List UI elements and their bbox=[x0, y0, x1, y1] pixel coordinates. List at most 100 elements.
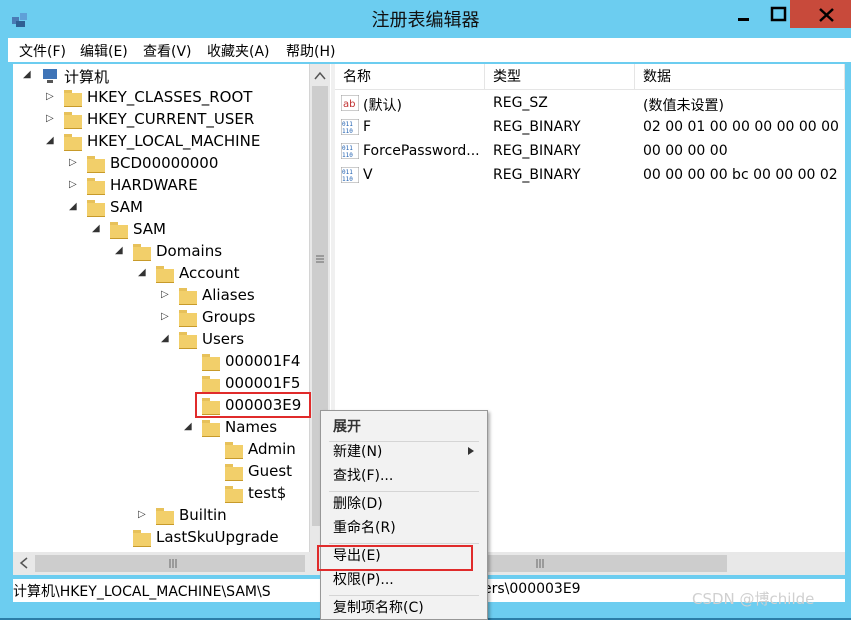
tree-item-label: LastSkuUpgrade bbox=[156, 528, 279, 546]
tree-item[interactable]: ◢ Account bbox=[13, 263, 313, 285]
tree-item[interactable]: ▷ HARDWARE bbox=[13, 175, 313, 197]
list-row[interactable]: 011 110 V REG_BINARY 00 00 00 00 bc 00 00 00… bbox=[335, 164, 845, 188]
menu-help[interactable]: 帮助(H) bbox=[286, 41, 335, 61]
context-menu-delete[interactable]: 删除(D) bbox=[333, 493, 383, 515]
folder-icon bbox=[87, 200, 105, 217]
folder-icon bbox=[64, 134, 82, 151]
scroll-left-icon[interactable] bbox=[15, 552, 35, 575]
cell-name: (默认) bbox=[363, 98, 402, 114]
folder-icon bbox=[64, 90, 82, 107]
list-row[interactable]: 011 110 F REG_BINARY 02 00 01 00 00 00 00 00… bbox=[335, 116, 845, 140]
highlight-box-export bbox=[317, 545, 473, 571]
svg-text:110: 110 bbox=[342, 128, 353, 135]
column-header-data[interactable]: 数据 bbox=[635, 64, 845, 90]
collapse-arrow-icon[interactable]: ◢ bbox=[46, 135, 54, 146]
expand-arrow-icon[interactable]: ▷ bbox=[69, 157, 77, 168]
folder-icon bbox=[87, 178, 105, 195]
expand-arrow-icon[interactable]: ▷ bbox=[161, 311, 169, 322]
tree-horizontal-scrollbar[interactable] bbox=[13, 552, 329, 575]
tree-item[interactable]: LastSkuUpgrade bbox=[13, 527, 313, 549]
context-menu-find[interactable]: 查找(F)... bbox=[333, 465, 393, 487]
folder-icon bbox=[202, 376, 220, 393]
tree-item[interactable]: ◢ HKEY_LOCAL_MACHINE bbox=[13, 131, 313, 153]
tree-item-label: Account bbox=[179, 264, 240, 282]
menu-edit[interactable]: 编辑(E) bbox=[80, 41, 128, 61]
tree-item[interactable]: ▷ Aliases bbox=[13, 285, 313, 307]
expand-arrow-icon[interactable]: ▷ bbox=[46, 91, 54, 102]
tree-item[interactable]: Admin bbox=[13, 439, 313, 461]
context-menu-new[interactable]: 新建(N) bbox=[333, 441, 382, 463]
tree-item[interactable]: ◢ Names bbox=[13, 417, 313, 439]
tree-item[interactable]: ▷ HKEY_CLASSES_ROOT bbox=[13, 87, 313, 109]
cell-data: 02 00 01 00 00 00 00 00 00 0 bbox=[643, 119, 843, 135]
tree-item-label: HKEY_LOCAL_MACHINE bbox=[87, 132, 261, 150]
expand-arrow-icon[interactable]: ▷ bbox=[69, 179, 77, 190]
tree-item[interactable]: ◢ Users bbox=[13, 329, 313, 351]
svg-text:011: 011 bbox=[342, 121, 353, 128]
svg-text:011: 011 bbox=[342, 145, 353, 152]
minimize-button[interactable] bbox=[720, 0, 755, 28]
binary-value-icon: 011 110 bbox=[340, 142, 360, 160]
status-path: 计算机\HKEY_LOCAL_MACHINE\SAM\S bbox=[13, 584, 271, 600]
folder-icon bbox=[156, 266, 174, 283]
tree-item-label: HARDWARE bbox=[110, 176, 198, 194]
expand-arrow-icon[interactable]: ▷ bbox=[138, 509, 146, 520]
column-header-type[interactable]: 类型 bbox=[485, 64, 635, 90]
tree-item[interactable]: test$ bbox=[13, 483, 313, 505]
tree-item[interactable]: ▷ HKEY_CURRENT_USER bbox=[13, 109, 313, 131]
tree-item[interactable]: ▷ Builtin bbox=[13, 505, 313, 527]
collapse-arrow-icon[interactable]: ◢ bbox=[184, 421, 192, 432]
tree-pane[interactable]: ◢ 计算机 ▷ HKEY_CLASSES_ROOT ▷ HKEY_CURRENT_USER… bbox=[13, 64, 331, 552]
context-menu: 展开 新建(N) 查找(F)... 删除(D) 重命名(R) 导出(E) 权限(… bbox=[317, 410, 488, 620]
svg-text:110: 110 bbox=[342, 152, 353, 159]
context-menu-expand[interactable]: 展开 bbox=[333, 416, 361, 438]
collapse-arrow-icon[interactable]: ◢ bbox=[115, 245, 123, 256]
menu-separator bbox=[329, 491, 479, 492]
computer-icon bbox=[41, 68, 59, 84]
binary-value-icon: 011 110 bbox=[340, 166, 360, 184]
menu-view[interactable]: 查看(V) bbox=[143, 41, 192, 61]
tree-item[interactable]: ▷ BCD00000000 bbox=[13, 153, 313, 175]
collapse-arrow-icon[interactable]: ◢ bbox=[69, 201, 77, 212]
tree-item-label: Builtin bbox=[179, 506, 227, 524]
context-menu-copy-key-name[interactable]: 复制项名称(C) bbox=[333, 597, 424, 619]
collapse-arrow-icon[interactable]: ◢ bbox=[92, 223, 100, 234]
cell-data: 00 00 00 00 bc 00 00 00 02 0 bbox=[643, 167, 843, 183]
menu-file[interactable]: 文件(F) bbox=[19, 41, 66, 61]
tree-item-label: Users bbox=[202, 330, 245, 348]
menu-favorites[interactable]: 收藏夹(A) bbox=[207, 41, 270, 61]
close-icon bbox=[819, 8, 834, 22]
menu-separator bbox=[329, 543, 479, 544]
cell-name: ForcePassword... bbox=[363, 143, 480, 159]
cell-name: F bbox=[363, 119, 372, 135]
list-row[interactable]: ab (默认) REG_SZ (数值未设置) bbox=[335, 92, 845, 116]
folder-icon bbox=[133, 530, 151, 547]
tree-item[interactable]: ▷ Groups bbox=[13, 307, 313, 329]
tree-item-label: 000001F4 bbox=[225, 352, 301, 370]
context-menu-permissions[interactable]: 权限(P)... bbox=[333, 569, 394, 591]
grip-icon bbox=[169, 559, 177, 568]
binary-value-icon: 011 110 bbox=[340, 118, 360, 136]
expand-arrow-icon[interactable]: ▷ bbox=[46, 113, 54, 124]
tree-item[interactable]: 000001F4 bbox=[13, 351, 313, 373]
tree-item-label: Groups bbox=[202, 308, 256, 326]
tree-item[interactable]: ◢ Domains bbox=[13, 241, 313, 263]
folder-icon bbox=[156, 508, 174, 525]
tree-item[interactable]: Guest bbox=[13, 461, 313, 483]
context-menu-rename[interactable]: 重命名(R) bbox=[333, 517, 396, 539]
collapse-arrow-icon[interactable]: ◢ bbox=[138, 267, 146, 278]
close-button[interactable] bbox=[790, 0, 851, 28]
tree-item[interactable]: ◢ SAM bbox=[13, 197, 313, 219]
tree-item-label: HKEY_CLASSES_ROOT bbox=[87, 88, 253, 106]
tree-item[interactable]: ◢ 计算机 bbox=[13, 65, 313, 87]
tree-item[interactable]: ◢ SAM bbox=[13, 219, 313, 241]
tree-item-label: SAM bbox=[133, 220, 167, 238]
maximize-button[interactable] bbox=[755, 0, 790, 28]
expand-arrow-icon[interactable]: ▷ bbox=[161, 289, 169, 300]
collapse-arrow-icon[interactable]: ◢ bbox=[161, 333, 169, 344]
scroll-up-icon[interactable] bbox=[310, 66, 330, 86]
collapse-arrow-icon[interactable]: ◢ bbox=[23, 69, 31, 80]
column-header-name[interactable]: 名称 bbox=[335, 64, 485, 90]
svg-text:ab: ab bbox=[343, 99, 355, 110]
list-row[interactable]: 011 110 ForcePassword... REG_BINARY 00 00 00… bbox=[335, 140, 845, 164]
